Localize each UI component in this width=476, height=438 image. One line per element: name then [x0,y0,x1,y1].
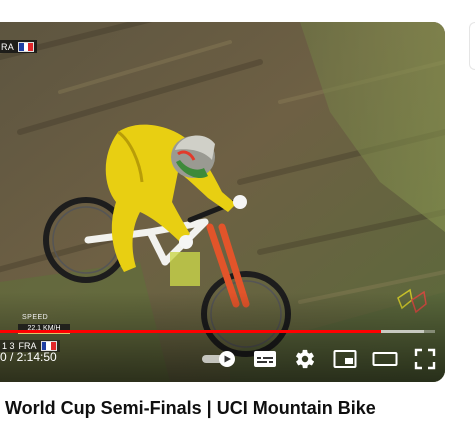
flag-stripe-red [50,342,56,350]
settings-button[interactable] [285,344,325,374]
rider-country-badge: RA [0,40,37,53]
subtitles-icon [254,351,276,367]
fullscreen-icon [414,348,436,370]
progress-bar[interactable] [0,330,435,333]
france-flag-icon [17,41,34,52]
video-title: World Cup Semi-Finals | UCI Mountain Bik… [5,398,376,418]
player-controls-right [193,344,445,374]
miniplayer-icon [333,350,357,368]
autoplay-toggle[interactable] [193,344,245,374]
gear-icon [296,349,315,369]
miniplayer-button[interactable] [325,344,365,374]
progress-played [0,330,382,333]
watch-page: RA SPEED 22.1 KM/H 1 3 FRA 0 / 2:14:50 W… [0,0,476,438]
time-display: 0 / 2:14:50 [0,350,57,364]
flag-stripe-red [28,42,33,51]
theater-mode-icon [372,352,398,366]
sidebar-card-edge[interactable] [469,22,475,70]
subtitles-button[interactable] [245,344,285,374]
speed-label: SPEED [22,314,49,321]
rider-country-code: RA [1,41,14,52]
fullscreen-button[interactable] [405,344,445,374]
video-player[interactable]: RA SPEED 22.1 KM/H 1 3 FRA 0 / 2:14:50 [0,22,445,382]
theater-mode-button[interactable] [365,344,405,374]
autoplay-toggle-icon [202,351,235,367]
